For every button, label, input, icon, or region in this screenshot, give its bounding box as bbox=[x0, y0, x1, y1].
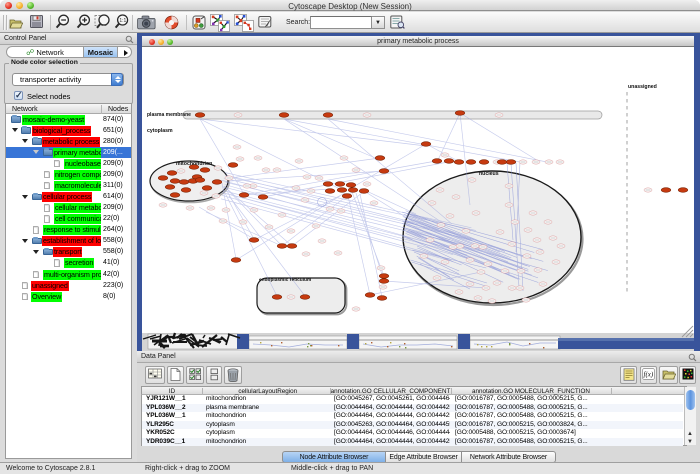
svg-text:mitochondrion: mitochondrion bbox=[176, 161, 212, 167]
svg-text:unassigned: unassigned bbox=[628, 84, 657, 90]
svg-text:cytoplasm: cytoplasm bbox=[147, 128, 173, 134]
svg-text:nucleus: nucleus bbox=[479, 171, 499, 177]
svg-text:plasma membrane: plasma membrane bbox=[147, 112, 191, 118]
svg-text:f(x): f(x) bbox=[644, 371, 654, 379]
svg-text:endoplasmic reticulum: endoplasmic reticulum bbox=[259, 277, 311, 283]
